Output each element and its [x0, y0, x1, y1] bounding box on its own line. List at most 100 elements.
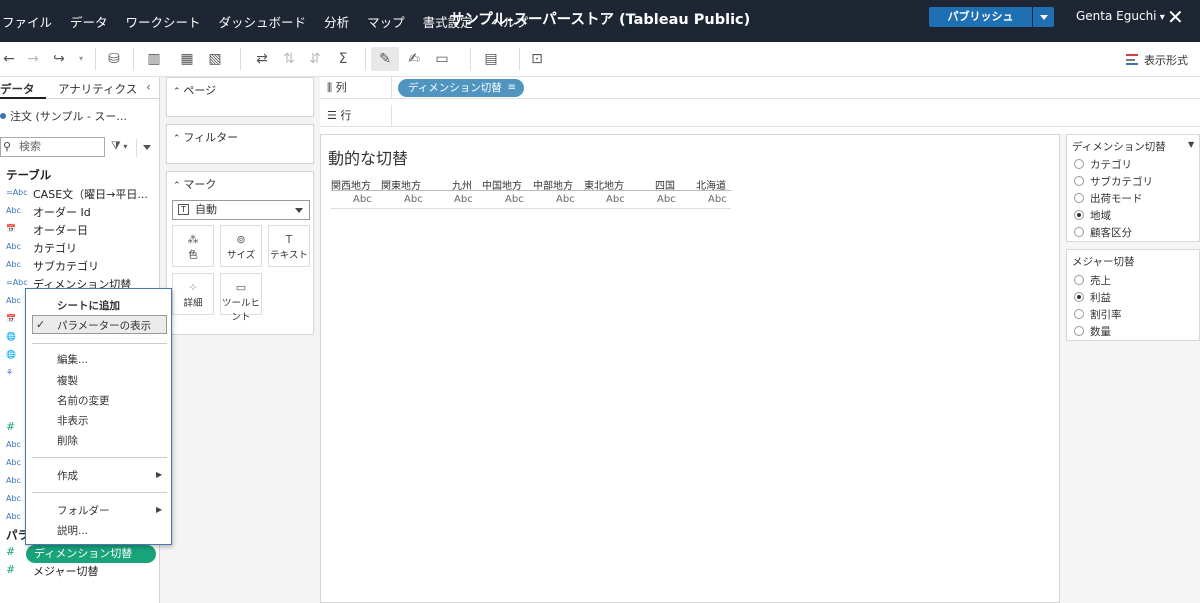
- show-me-icon: [1126, 54, 1138, 65]
- radio-button[interactable]: [1074, 159, 1084, 169]
- search-icon: ⚲: [3, 140, 12, 153]
- menu-map[interactable]: マップ: [367, 12, 405, 31]
- tab-data[interactable]: データ: [0, 81, 35, 97]
- annotate-icon[interactable]: ✍: [405, 51, 423, 67]
- publish-dropdown-button[interactable]: [1033, 7, 1054, 27]
- filters-card[interactable]: フィルター: [166, 124, 314, 164]
- menu-format[interactable]: 書式設定: [423, 12, 473, 31]
- field-item[interactable]: =Abc CASE文（曜日→平日...: [0, 186, 160, 204]
- undo-icon[interactable]: ←: [0, 51, 18, 67]
- menu-analysis[interactable]: 分析: [324, 12, 349, 31]
- menu-item-show-parameter[interactable]: パラメーターの表示: [57, 318, 151, 333]
- totals-icon[interactable]: Σ: [334, 51, 352, 67]
- sort-descending-icon[interactable]: ⇵: [306, 51, 324, 67]
- menu-divider: [32, 492, 167, 493]
- menu-help[interactable]: ヘルプ: [491, 12, 529, 31]
- swap-icon[interactable]: ⇄: [253, 51, 271, 67]
- replay-icon[interactable]: ↪: [50, 51, 68, 67]
- size-button[interactable]: ⊚ サイズ: [220, 225, 262, 267]
- param-dimension-switch[interactable]: ディメンション切替: [26, 545, 156, 563]
- field-item[interactable]: Abc オーダー Id: [0, 204, 160, 222]
- param-card-dimension: ディメンション切替 ▼ カテゴリ サブカテゴリ 出荷モード 地域 顧客区分: [1066, 134, 1200, 242]
- table-cell[interactable]: Abc: [708, 194, 727, 205]
- color-button[interactable]: ⁂ 色: [172, 225, 214, 267]
- clear-sheet-icon[interactable]: ▧: [206, 51, 224, 67]
- tab-analytics[interactable]: アナリティクス: [58, 81, 137, 97]
- detail-button[interactable]: ⁘ 詳細: [172, 273, 214, 315]
- marks-title: マーク: [173, 176, 216, 192]
- header-divider: [331, 190, 731, 191]
- menu-item-duplicate[interactable]: 複製: [57, 373, 78, 388]
- data-pane-menu-button[interactable]: [136, 139, 156, 157]
- menu-item-create[interactable]: 作成: [57, 468, 78, 483]
- rows-shelf[interactable]: ☰ 行: [320, 105, 1200, 127]
- size-label: サイズ: [226, 250, 256, 261]
- worksheet-view[interactable]: 動的な切替 関西地方 関東地方 九州 中国地方 中部地方 東北地方 四国 北海道…: [320, 134, 1060, 603]
- menu-item-add-to-sheet[interactable]: シートに追加: [57, 298, 120, 313]
- columns-icon: ⫼: [327, 81, 336, 94]
- close-icon[interactable]: ✕: [1167, 5, 1184, 29]
- table-cell[interactable]: Abc: [606, 194, 625, 205]
- menu-item-delete[interactable]: 削除: [57, 433, 78, 448]
- redo-icon[interactable]: →: [24, 51, 42, 67]
- table-cell[interactable]: Abc: [404, 194, 423, 205]
- text-button[interactable]: T テキスト: [268, 225, 310, 267]
- menu-item-hide[interactable]: 非表示: [57, 413, 89, 428]
- user-menu[interactable]: Genta Eguchi: [1076, 9, 1165, 23]
- search-placeholder: 検索: [19, 140, 41, 153]
- search-input[interactable]: ⚲ 検索: [0, 137, 105, 157]
- column-pill[interactable]: ディメンション切替 ≡: [398, 79, 524, 97]
- show-me-button[interactable]: 表示形式: [1126, 52, 1188, 68]
- field-item[interactable]: Abc サブカテゴリ: [0, 258, 160, 276]
- geo-icon: 🌐: [6, 332, 16, 341]
- pages-card[interactable]: ページ: [166, 77, 314, 117]
- mark-type-select[interactable]: T 自動: [172, 200, 310, 220]
- sort-ascending-icon[interactable]: ⇅: [280, 51, 298, 67]
- table-cell[interactable]: Abc: [556, 194, 575, 205]
- mark-type-value: 自動: [195, 203, 217, 216]
- menu-dashboard[interactable]: ダッシュボード: [219, 12, 307, 31]
- radio-button[interactable]: [1074, 227, 1084, 237]
- collapse-pane-icon[interactable]: ‹: [146, 80, 151, 94]
- radio-button[interactable]: [1074, 309, 1084, 319]
- field-item[interactable]: 📅 オーダー日: [0, 222, 160, 240]
- radio-button[interactable]: [1074, 210, 1084, 220]
- field-item[interactable]: Abc カテゴリ: [0, 240, 160, 258]
- datasource-item[interactable]: 注文 (サンプル - スー...: [0, 108, 127, 124]
- presentation-icon[interactable]: ⊡: [528, 51, 546, 67]
- radio-button[interactable]: [1074, 193, 1084, 203]
- fit-icon[interactable]: ▭: [433, 51, 451, 67]
- table-cell[interactable]: Abc: [657, 194, 676, 205]
- table-cell[interactable]: Abc: [505, 194, 524, 205]
- tooltip-button[interactable]: ▭ ツールヒント: [220, 273, 262, 323]
- radio-button[interactable]: [1074, 292, 1084, 302]
- new-worksheet-icon[interactable]: ▥: [145, 51, 163, 67]
- publish-button[interactable]: パブリッシュ: [929, 7, 1032, 27]
- table-cell[interactable]: Abc: [454, 194, 473, 205]
- param-card-menu-icon[interactable]: ▼: [1188, 140, 1194, 149]
- menu-item-describe[interactable]: 説明...: [57, 523, 88, 538]
- radio-button[interactable]: [1074, 176, 1084, 186]
- radio-button[interactable]: [1074, 326, 1084, 336]
- duplicate-sheet-icon[interactable]: ▦: [178, 51, 196, 67]
- highlight-icon[interactable]: ✎: [376, 51, 394, 67]
- menu-item-rename[interactable]: 名前の変更: [57, 393, 110, 408]
- menu-data[interactable]: データ: [70, 12, 108, 31]
- new-datasource-icon[interactable]: ⛁: [105, 51, 123, 67]
- columns-shelf-label: ⫼ 列: [320, 77, 392, 99]
- radio-button[interactable]: [1074, 275, 1084, 285]
- labels-icon[interactable]: ▤: [482, 51, 500, 67]
- replay-dropdown-icon[interactable]: ▾: [72, 51, 90, 67]
- table-cell[interactable]: Abc: [353, 194, 372, 205]
- menu-worksheet[interactable]: ワークシート: [126, 12, 201, 31]
- field-label: カテゴリ: [33, 242, 77, 255]
- checkmark-icon: ✓: [36, 318, 46, 331]
- param-option-label: サブカテゴリ: [1090, 176, 1153, 188]
- filter-icon[interactable]: ⧩: [111, 139, 127, 153]
- menu-item-folder[interactable]: フォルダー: [57, 503, 110, 518]
- param-item[interactable]: # メジャー切替: [0, 563, 160, 581]
- string-icon: Abc: [6, 440, 21, 449]
- menu-file[interactable]: ファイル: [2, 12, 52, 31]
- menu-item-edit[interactable]: 編集...: [57, 352, 88, 367]
- columns-shelf[interactable]: ⫼ 列 ディメンション切替 ≡: [320, 77, 1200, 99]
